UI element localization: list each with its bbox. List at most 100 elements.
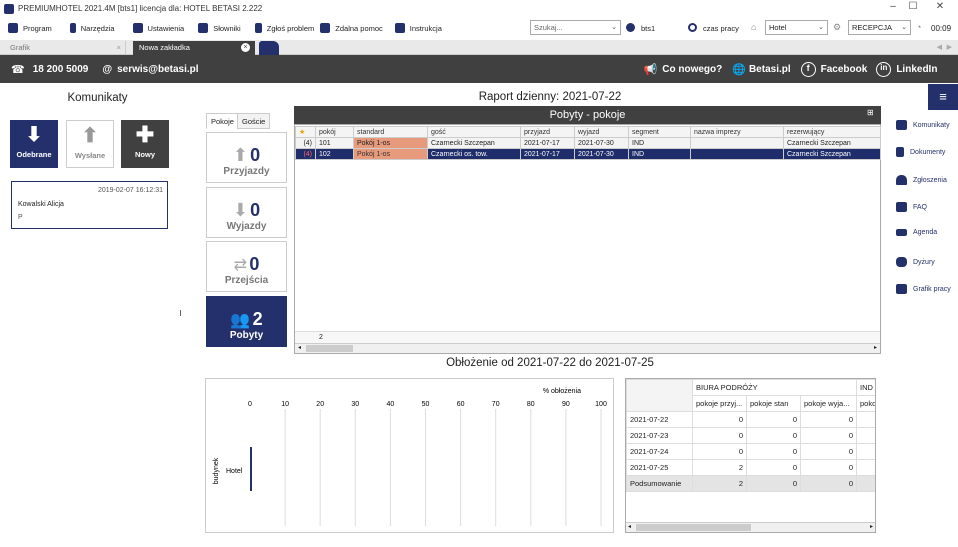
menu-ustawienia[interactable]: Ustawienia — [132, 23, 184, 33]
card-count: 0 — [249, 254, 260, 274]
menu-narzedzia[interactable]: Narzędzia — [69, 23, 115, 33]
nowy-button[interactable]: ✚ Nowy — [121, 120, 169, 168]
news-link[interactable]: Co nowego? — [662, 64, 722, 75]
facebook-link[interactable]: Facebook — [821, 64, 868, 75]
faq-icon — [896, 202, 907, 212]
column-header[interactable]: przyjazd — [520, 126, 575, 138]
wyjazdy-card[interactable]: ⬇ 0 Wyjazdy — [206, 187, 287, 238]
category-label: Hotel — [226, 468, 243, 475]
sidebar-item-dokumenty[interactable]: Dokumenty — [896, 147, 945, 157]
linkedin-link[interactable]: LinkedIn — [896, 64, 937, 75]
scroll-left-icon[interactable]: ◂ — [298, 344, 301, 351]
calendar-icon — [896, 284, 907, 294]
sidebar-label: Zgłoszenia — [913, 176, 947, 184]
column-header[interactable]: pokoje stan — [746, 395, 801, 412]
column-header[interactable]: pokoje wyja... — [800, 395, 857, 412]
recepcja-select[interactable]: RECEPCJA ⌄ — [848, 20, 911, 35]
cell-reserver: Czarnecki Szczepan — [783, 137, 881, 149]
alert-icon — [254, 23, 262, 33]
table-row[interactable]: (4) 101 Pokój 1-os Czarnecki Szczepan 20… — [295, 137, 881, 149]
table-row[interactable]: 2021-07-22 0 0 0 — [626, 411, 875, 428]
email-link[interactable]: serwis@betasi.pl — [117, 64, 198, 75]
arrow-down-icon: ⬇ — [25, 124, 43, 146]
wyslane-button[interactable]: ⬆ Wysłane — [66, 120, 114, 168]
scroll-thumb[interactable] — [636, 524, 751, 531]
scroll-right-icon[interactable]: ▸ — [874, 344, 877, 351]
horizontal-scrollbar[interactable]: ◂ ▸ — [626, 522, 875, 532]
new-tab-button[interactable] — [259, 41, 279, 55]
menu-zglos[interactable]: Zgłoś problem — [254, 23, 314, 33]
filter-icon[interactable]: ⊞ — [867, 108, 874, 117]
menu-label: Zdalna pomoc — [335, 23, 383, 33]
column-header[interactable]: segment — [628, 126, 691, 138]
sidebar-item-komunikaty[interactable]: Komunikaty — [896, 120, 950, 130]
table-row[interactable]: 2021-07-25 2 0 0 — [626, 459, 875, 476]
cell-segment: IND — [628, 137, 691, 149]
column-header[interactable]: pokój — [315, 126, 354, 138]
scroll-right-icon[interactable]: ▸ — [870, 523, 873, 530]
sidebar-item-faq[interactable]: FAQ — [896, 202, 927, 212]
menu-pomoc[interactable]: Zdalna pomoc — [320, 23, 383, 33]
banner-bar: ☎ 18 200 5009 @ serwis@betasi.pl 📢 Co no… — [0, 55, 958, 83]
splitter-handle[interactable] — [180, 310, 181, 316]
group-header: IND — [856, 379, 875, 396]
column-header[interactable]: nazwa imprezy — [690, 126, 784, 138]
summary-row[interactable]: Podsumowanie 2 0 0 — [626, 475, 875, 492]
tab-pokoje[interactable]: Pokoje — [206, 113, 239, 129]
search-input[interactable]: Szukaj... ⌄ — [530, 20, 621, 35]
przyjazdy-card[interactable]: ⬆ 0 Przyjazdy — [206, 132, 287, 183]
scroll-left-icon[interactable]: ◂ — [628, 523, 631, 530]
grid-container: ★ pokój standard gość przyjazd wyjazd se… — [294, 124, 881, 354]
przejscia-card[interactable]: ⇄ 0 Przejścia — [206, 241, 287, 292]
minimize-button[interactable]: – — [883, 1, 903, 12]
tab-grafik[interactable]: Grafik × — [4, 41, 126, 55]
maximize-button[interactable]: ☐ — [903, 1, 923, 12]
column-header[interactable]: wyjazd — [574, 126, 629, 138]
chart-svg: % obłożenia budynek 0 10 20 30 40 50 60 70 80 90 1… — [213, 388, 607, 526]
row-count: 2 — [319, 334, 323, 341]
message-card[interactable]: 2019-02-07 16:12:31 Kowalski Alicja P — [11, 181, 168, 229]
tick-label: 90 — [562, 401, 570, 408]
phone-icon: ☎ — [11, 63, 25, 76]
hamburger-menu-icon[interactable]: ≡ — [928, 84, 958, 110]
column-header[interactable]: poko — [856, 395, 875, 412]
close-icon[interactable]: × — [117, 43, 121, 52]
column-header[interactable]: standard — [353, 126, 428, 138]
table-row[interactable]: 2021-07-24 0 0 0 — [626, 443, 875, 460]
menu-program[interactable]: Program — [8, 23, 52, 33]
cell-value: 2 — [692, 459, 747, 476]
table-row[interactable]: 2021-07-23 0 0 0 — [626, 427, 875, 444]
card-label: Wyjazdy — [226, 221, 267, 232]
odebrane-button[interactable]: ⬇ Odebrane — [10, 120, 58, 168]
column-header[interactable]: rezerwujący — [783, 126, 881, 138]
sidebar-item-grafik[interactable]: Grafik pracy — [896, 284, 951, 294]
scroll-left-icon[interactable]: ◀ — [937, 43, 942, 51]
czas-pracy-label[interactable]: czas pracy — [703, 24, 739, 33]
site-link[interactable]: Betasi.pl — [749, 64, 791, 75]
menu-instrukcja[interactable]: Instrukcja — [394, 23, 442, 33]
scroll-thumb[interactable] — [306, 345, 353, 352]
scroll-right-icon[interactable]: ▶ — [947, 43, 952, 51]
table-row[interactable]: (4) 102 Pokój 1-os Czarnecki os. tow. 20… — [295, 148, 881, 160]
close-window-button[interactable]: ✕ — [930, 1, 950, 12]
tab-goscie[interactable]: Goście — [237, 113, 271, 129]
pobyty-card[interactable]: 👥 2 Pobyty — [206, 296, 287, 347]
menu-label: Instrukcja — [409, 23, 442, 33]
tab-nowa[interactable]: Nowa zakładka × — [133, 41, 255, 55]
close-icon[interactable]: × — [241, 43, 250, 52]
message-from: Kowalski Alicja — [18, 201, 64, 208]
corner-cell — [626, 379, 693, 412]
column-header[interactable]: gość — [427, 126, 521, 138]
sidebar-item-agenda[interactable]: Agenda — [896, 229, 937, 236]
menu-slowniki[interactable]: Słowniki — [198, 23, 241, 33]
horizontal-scrollbar[interactable]: ◂ ▸ — [295, 343, 880, 353]
gear-icon[interactable]: ⚙ — [833, 22, 841, 33]
sidebar-item-zgloszenia[interactable]: Zgłoszenia — [896, 175, 947, 185]
hotel-select[interactable]: Hotel ⌄ — [765, 20, 828, 35]
document-icon — [896, 147, 904, 157]
column-header[interactable]: pokoje przyj... — [692, 395, 747, 412]
menu-label: Narzędzia — [80, 23, 115, 33]
sidebar-item-dyzury[interactable]: Dyżury — [896, 257, 935, 267]
bell-icon — [896, 175, 907, 185]
y-axis-label: budynek — [213, 457, 220, 484]
